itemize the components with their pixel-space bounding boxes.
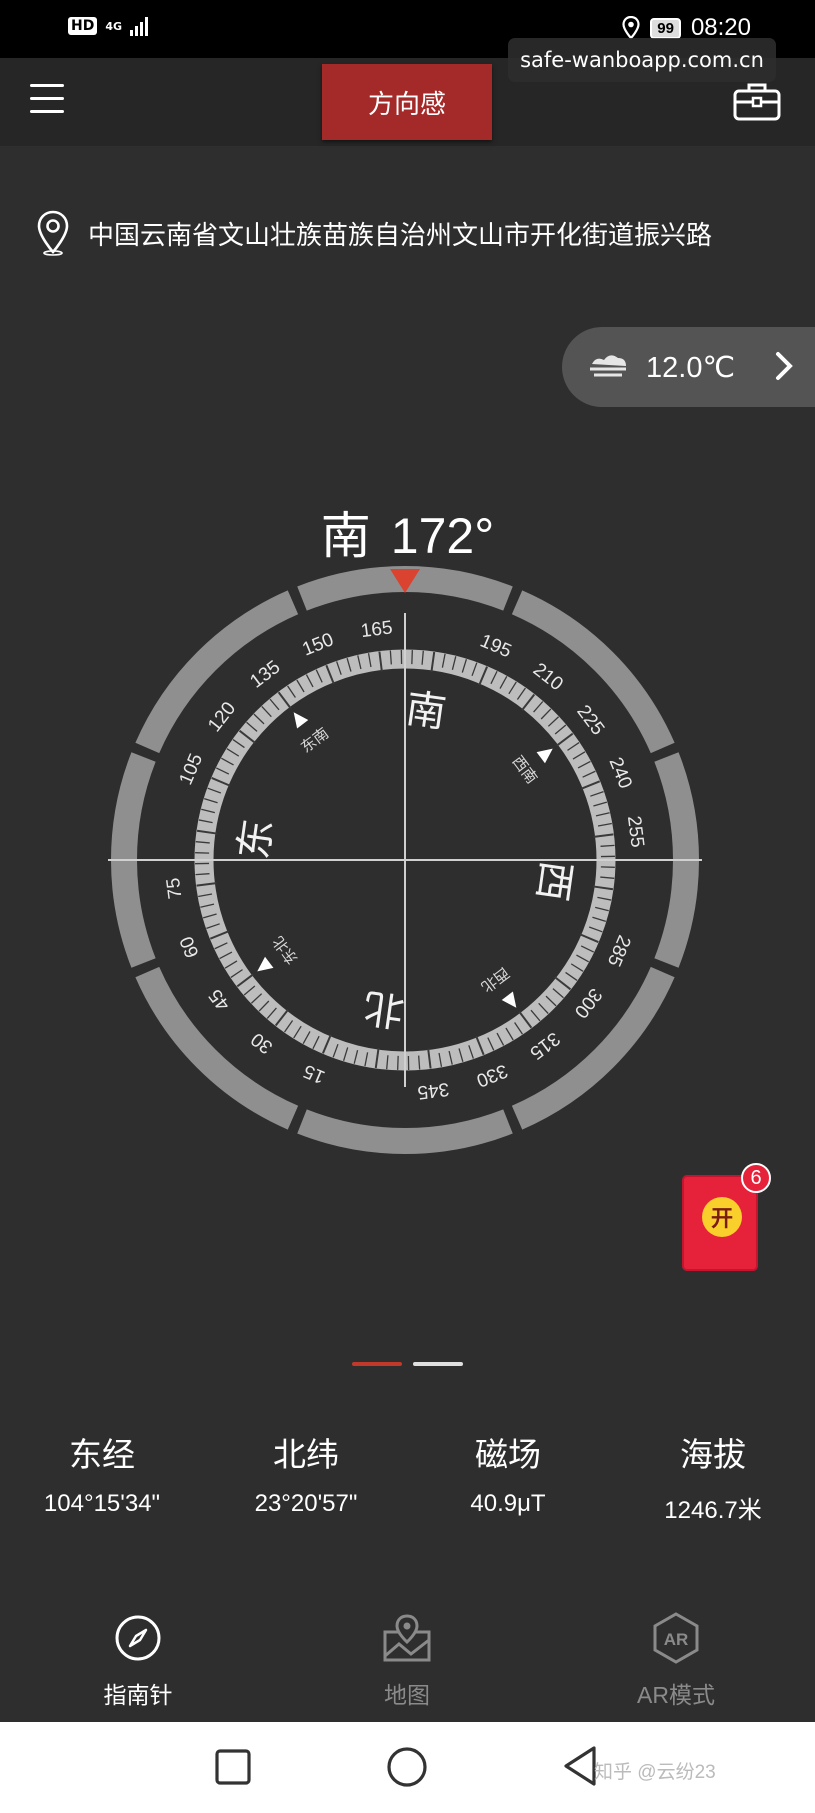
- degree-label: 345: [416, 1078, 450, 1103]
- ar-icon-text: AR: [664, 1630, 689, 1649]
- tab-ar-mode-label: AR模式: [637, 1682, 715, 1708]
- red-packet-button[interactable]: 开 6: [680, 1163, 771, 1273]
- notification-badge: 6: [741, 1163, 771, 1193]
- status-left: HD 4G: [68, 16, 149, 36]
- degree-label: 240: [604, 754, 635, 791]
- intercardinal-marker: [536, 748, 553, 764]
- location-address: 中国云南省文山壮族苗族自治州文山市开化街道振兴路: [88, 219, 713, 250]
- degree-label: 135: [246, 657, 284, 693]
- degree-label: 75: [163, 877, 186, 901]
- page-title[interactable]: 方向感: [322, 64, 492, 140]
- cardinal-north: 北: [361, 983, 407, 1034]
- recents-square-icon[interactable]: [214, 1748, 252, 1786]
- altitude-stat: 海拔 1246.7米: [613, 1428, 813, 1525]
- compass-icon: [115, 1615, 161, 1661]
- degree-label: 15: [301, 1060, 329, 1088]
- latitude-value: 23°20'57": [254, 1490, 358, 1517]
- home-circle-icon[interactable]: [386, 1746, 428, 1788]
- weather-pill[interactable]: 12.0℃: [562, 327, 815, 407]
- intercardinal-northwest: 西北: [478, 964, 513, 996]
- haze-weather-icon: [590, 355, 626, 377]
- intercardinal-marker: [257, 956, 274, 972]
- outer-ring-segment: [297, 1109, 513, 1155]
- degree-label: 195: [477, 631, 514, 663]
- longitude-label: 东经: [69, 1436, 135, 1473]
- degree-label: 210: [529, 659, 567, 695]
- tab-map[interactable]: 地图: [317, 1610, 497, 1710]
- location-pin-icon: [37, 210, 69, 256]
- ar-icon: AR: [653, 1612, 699, 1664]
- red-packet-label: 开: [702, 1197, 742, 1237]
- location-row[interactable]: 中国云南省文山壮族苗族自治州文山市开化街道振兴路: [36, 210, 712, 256]
- intercardinal-northeast: 东北: [269, 933, 301, 968]
- degree-label: 255: [623, 815, 648, 849]
- signal-strength-icon: [130, 16, 149, 36]
- degree-label: 30: [247, 1028, 277, 1058]
- battery-indicator: 99: [650, 17, 681, 39]
- toolbox-icon[interactable]: [733, 81, 781, 121]
- degree-label: 315: [526, 1027, 564, 1063]
- magnetic-field-label: 磁场: [475, 1436, 541, 1473]
- cardinal-south: 南: [403, 686, 449, 737]
- degree-label: 105: [176, 751, 208, 788]
- degree-label: 45: [205, 985, 234, 1015]
- degree-label: 330: [473, 1059, 510, 1090]
- degree-label: 165: [360, 617, 394, 642]
- compass-dial[interactable]: 15 30 4560 75 105 120135 150 165 195 210225 240 255…: [100, 555, 710, 1165]
- chevron-right-icon: [776, 352, 793, 380]
- url-watermark: safe-wanboapp.com.cn: [508, 38, 776, 82]
- tab-ar-mode[interactable]: AR AR模式: [586, 1610, 766, 1710]
- page-indicator-active[interactable]: [352, 1362, 402, 1366]
- altitude-label: 海拔: [680, 1436, 746, 1473]
- altitude-value: 1246.7米: [664, 1497, 762, 1524]
- map-icon: [383, 1614, 431, 1662]
- intercardinal-marker: [293, 712, 309, 729]
- magnetic-field-value: 40.9μT: [470, 1490, 546, 1517]
- magnetic-field-stat: 磁场 40.9μT: [408, 1428, 608, 1518]
- intercardinal-southwest: 西南: [509, 752, 541, 787]
- cardinal-west: 西: [528, 858, 579, 904]
- intercardinal-southeast: 东南: [297, 724, 332, 756]
- weather-temperature: 12.0℃: [646, 351, 736, 384]
- degree-label: 225: [572, 701, 608, 739]
- hd-badge: HD: [68, 17, 98, 35]
- latitude-label: 北纬: [273, 1436, 339, 1473]
- menu-icon[interactable]: [30, 84, 64, 116]
- system-nav-bar: 知乎 @云纷23: [0, 1722, 815, 1813]
- longitude-value: 104°15'34": [43, 1490, 161, 1517]
- tab-map-label: 地图: [384, 1682, 430, 1708]
- source-watermark: 知乎 @云纷23: [594, 1762, 716, 1783]
- page-indicator-inactive[interactable]: [413, 1362, 463, 1366]
- degree-label: 150: [299, 629, 336, 660]
- location-status-icon: [622, 16, 640, 40]
- bottom-nav: 指南针 地图 AR AR模式: [0, 1596, 815, 1722]
- latitude-stat: 北纬 23°20'57": [206, 1428, 406, 1518]
- tab-compass[interactable]: 指南针: [48, 1610, 228, 1710]
- degree-label: 285: [603, 932, 635, 969]
- degree-label: 120: [204, 698, 240, 736]
- intercardinal-marker: [501, 991, 517, 1008]
- longitude-stat: 东经 104°15'34": [2, 1428, 202, 1518]
- tab-compass-label: 指南针: [103, 1682, 173, 1708]
- network-type-label: 4G: [105, 19, 123, 33]
- cardinal-east: 东: [231, 816, 282, 862]
- degree-label: 60: [176, 933, 203, 960]
- degree-label: 300: [570, 984, 606, 1022]
